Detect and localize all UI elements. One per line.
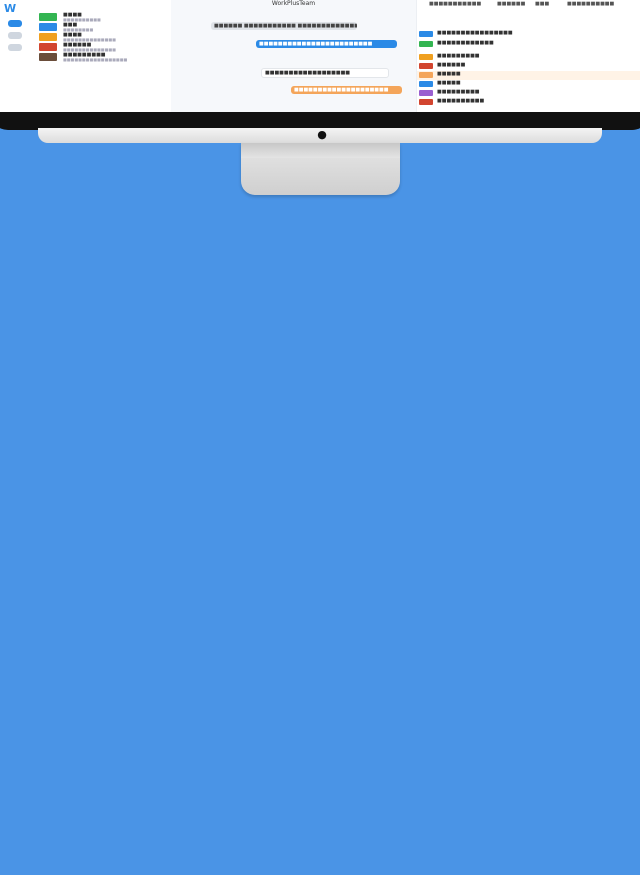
chat-list: ■■■■ ■■■■■■■■■■ ■■■ ■■■■■■■■ ■■■■ ■■■■■■… xyxy=(36,0,172,112)
contacts-icon[interactable] xyxy=(8,32,22,39)
chat-list-item[interactable]: ■■■■■■ ■■■■■■■■■■■■■■ xyxy=(39,42,167,52)
app-list-item[interactable]: ■■■■■ xyxy=(417,71,640,80)
chat-main: WorkPlusTeam ■■■■■■ ■■■■■■■■■■■ ■■■■■■■■… xyxy=(171,0,416,112)
app-icon xyxy=(419,99,433,105)
tab[interactable]: ■■■ xyxy=(535,1,549,7)
tab[interactable]: ■■■■■■ xyxy=(497,1,525,7)
tab[interactable]: ■■■■■■■■ xyxy=(429,1,467,7)
avatar xyxy=(39,33,57,41)
app-name: ■■■■■■■■■■■■ xyxy=(437,40,494,46)
chat-list-item[interactable]: ■■■ ■■■■■■■■ xyxy=(39,22,167,32)
app-name: ■■■■■■■■■ xyxy=(437,89,480,95)
app-list-item[interactable]: ■■■■■■■■■ xyxy=(417,53,640,62)
app-name: ■■■■■■ xyxy=(437,62,466,68)
stand-neck xyxy=(241,143,400,158)
brand-logo: W xyxy=(4,2,17,15)
app-name: ■■■■■■■■■■ xyxy=(437,98,485,104)
app-list-item[interactable]: ■■■■■■■■■ xyxy=(417,89,640,98)
avatar xyxy=(39,23,57,31)
message-bubble: ■■■■■■■■■■■■■■■■■■ xyxy=(261,68,389,78)
message-bubble: ■■■■■■■■■■■■■■■■■■■■■■■■ xyxy=(256,40,397,48)
message-bubble: ■■■■■■■■■■■■■■■■■■■■ xyxy=(291,86,402,94)
monitor-stand xyxy=(241,143,400,195)
chat-list-item[interactable]: ■■■■■■■■■ ■■■■■■■■■■■■■■■■■ xyxy=(39,52,167,62)
app-icon xyxy=(419,41,433,47)
app-name: ■■■■■■■■■ xyxy=(437,53,480,59)
app-icon xyxy=(419,90,433,96)
app-list-item[interactable]: ■■■■■■■■■■■■ xyxy=(417,40,640,49)
tab[interactable]: ■■■■■■■■■■ xyxy=(567,1,614,7)
screen: W ■■■■ ■■■■■■■■■■ ■■■ ■■■■■■■■ ■■■■ ■■■■… xyxy=(0,0,640,112)
left-rail: W xyxy=(0,0,37,112)
app-icon xyxy=(419,63,433,69)
app-list-item[interactable]: ■■■■■■ xyxy=(417,62,640,71)
message-bubble: ■■■■■■ ■■■■■■■■■■■ ■■■■■■■■■■■■■ xyxy=(211,22,357,30)
apps-icon[interactable] xyxy=(8,44,22,51)
avatar xyxy=(39,13,57,21)
app-icon xyxy=(419,81,433,87)
app-name: ■■■■■ xyxy=(437,80,461,86)
avatar xyxy=(39,53,57,61)
tab[interactable]: ■■■ xyxy=(467,1,481,7)
app-icon xyxy=(419,54,433,60)
window-title: WorkPlusTeam xyxy=(271,0,316,7)
chat-icon[interactable] xyxy=(8,20,22,27)
app-panel: ■■■■■■■■ ■■■ ■■■■■■ ■■■ ■■■■■■■■■■ ■■■■■… xyxy=(416,0,640,112)
app-icon xyxy=(419,31,433,37)
app-list-item[interactable]: ■■■■■ xyxy=(417,80,640,89)
avatar xyxy=(39,43,57,51)
app-name: ■■■■■■■■■■■■■■■■ xyxy=(437,30,513,36)
app-icon xyxy=(419,72,433,78)
app-list-item[interactable]: ■■■■■■■■■■ xyxy=(417,98,640,107)
chat-list-item[interactable]: ■■■■ ■■■■■■■■■■ xyxy=(39,12,167,22)
chat-list-item[interactable]: ■■■■ ■■■■■■■■■■■■■■ xyxy=(39,32,167,42)
apple-logo-icon: ● xyxy=(317,128,327,141)
app-name: ■■■■■ xyxy=(437,71,461,77)
app-list-item[interactable]: ■■■■■■■■■■■■■■■■ xyxy=(417,30,640,39)
chat-preview: ■■■■■■■■■■■■■■■■■ xyxy=(63,57,128,62)
